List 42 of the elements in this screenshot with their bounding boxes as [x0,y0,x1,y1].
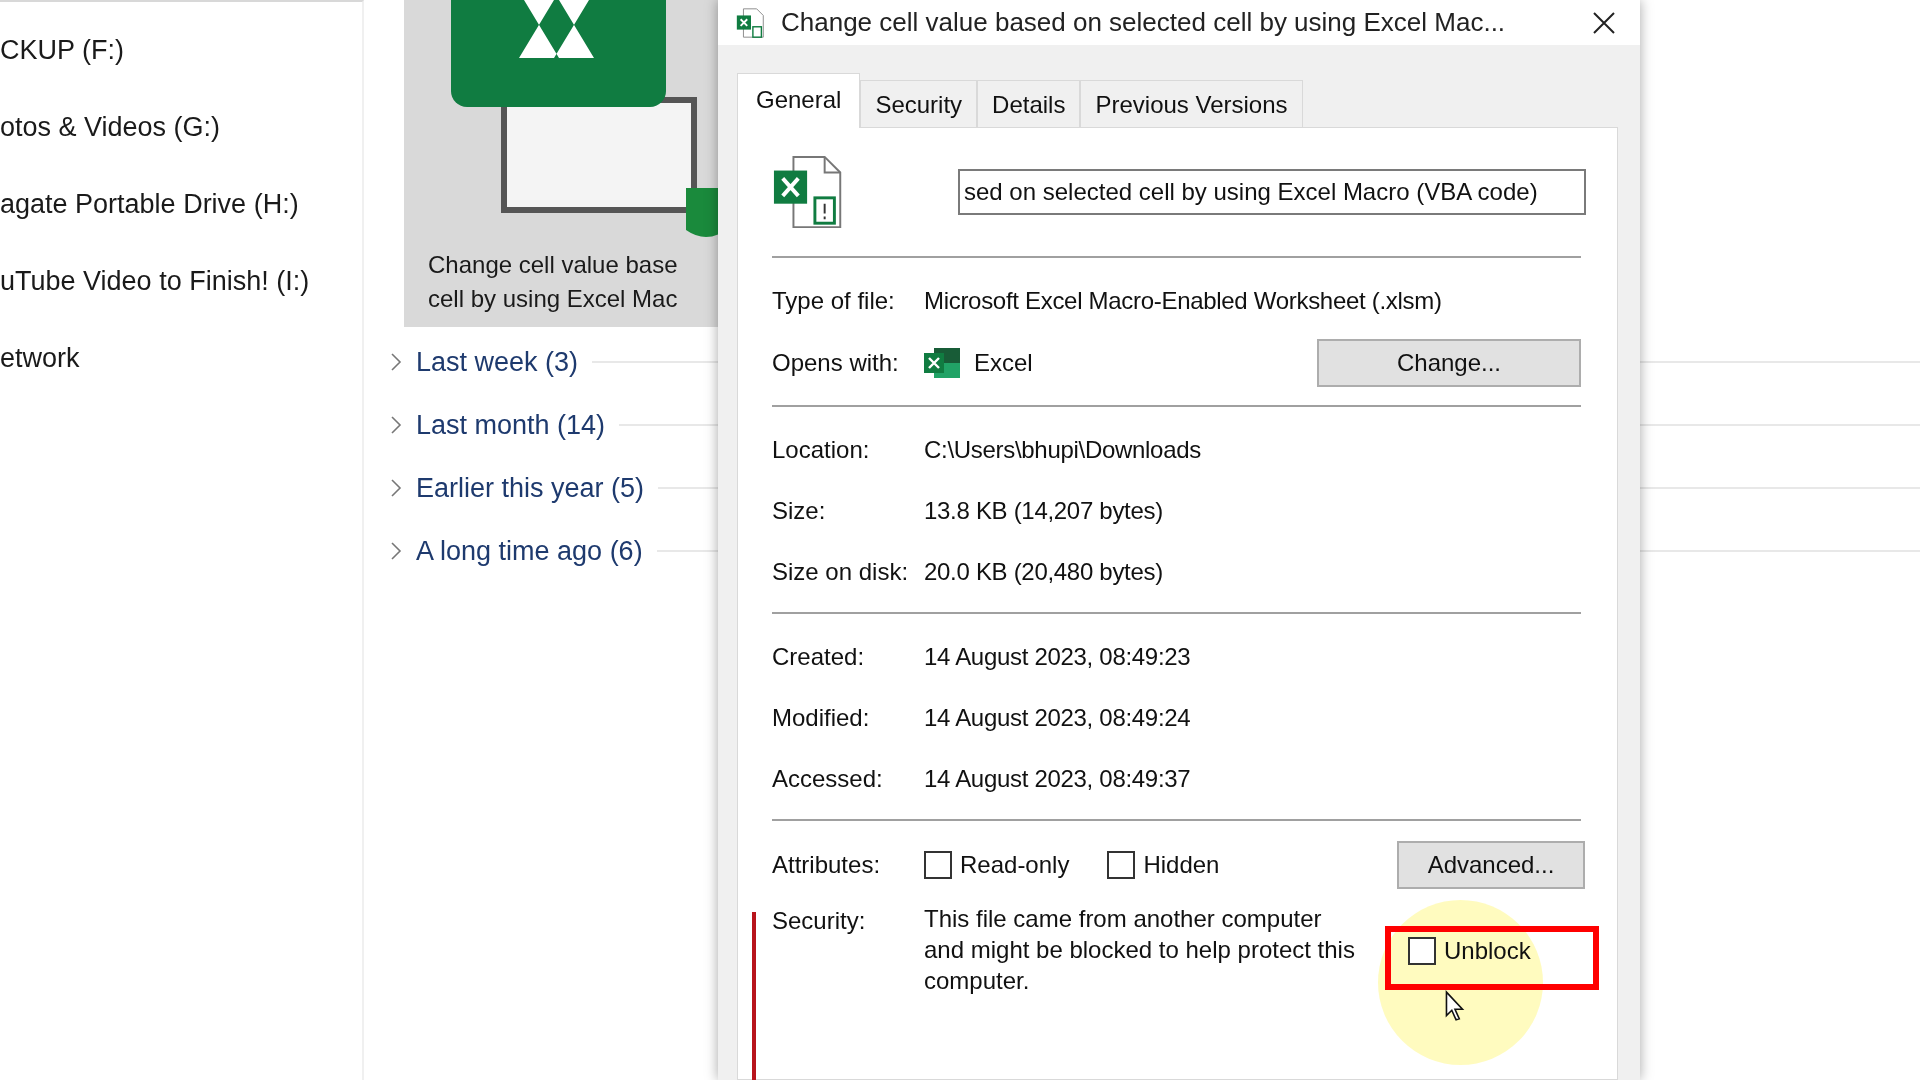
field-value: 14 August 2023, 08:49:37 [924,764,1191,793]
file-name-label: Change cell value base [428,250,678,280]
field-value: 13.8 KB (14,207 bytes) [924,496,1163,525]
field-value: C:\Users\bhupi\Downloads [924,435,1201,464]
tab[interactable]: Details [977,80,1081,127]
field-label: Type of file: [772,286,896,315]
field-value: 20.0 KB (20,480 bytes) [924,557,1163,586]
tab[interactable]: Previous Versions [1080,80,1303,127]
app-name: Excel [974,349,1033,377]
group-header[interactable]: Last month (14) [416,409,606,441]
nav-item[interactable]: otos & Videos (G:) [0,113,221,142]
group-header[interactable]: A long time ago (6) [416,535,643,567]
field-label: Location: [772,435,871,464]
window-title: Change cell value based on selected cell by using Excel Mac... [781,7,1507,38]
tab[interactable]: Security [860,80,978,127]
field-value: 14 August 2023, 08:49:23 [924,642,1191,671]
nav-item[interactable]: agate Portable Drive (H:) [0,190,299,219]
nav-item[interactable]: CKUP (F:) [0,36,124,65]
field-value: 14 August 2023, 08:49:24 [924,703,1191,732]
change-button[interactable]: Change... [1317,339,1581,387]
nav-item[interactable]: uTube Video to Finish! (I:) [0,267,310,296]
nav-item[interactable]: etwork [0,344,80,373]
field-label: Created: [772,642,866,671]
field-label: Opens with: [772,349,900,377]
field-label: Size on disk: [772,557,910,586]
checkbox-label[interactable]: Read-only [960,851,1070,879]
file-tile[interactable]: Change cell value base cell by using Excel Mac [404,0,718,327]
field-label: Size: [772,496,827,525]
tab[interactable]: General [737,73,861,128]
advanced-button[interactable]: Advanced... [1397,841,1585,889]
file-name-label: cell by using Excel Mac [428,284,678,314]
file-name-field[interactable]: sed on selected cell by using Excel Macro (VBA code) [958,169,1586,215]
field-label: Modified: [772,703,871,732]
checkbox-label[interactable]: Hidden [1143,851,1220,879]
field-label: Attributes: [772,851,882,879]
checkbox-label[interactable]: Unblock [1444,937,1531,965]
field-label: Security: [772,907,867,935]
field-label: Accessed: [772,764,884,793]
field-value: Microsoft Excel Macro-Enabled Worksheet (.xlsm) [924,286,1442,315]
security-message: This file came from another computer and might be blocked to help protect this computer. [924,904,1356,996]
group-header[interactable]: Earlier this year (5) [416,472,645,504]
group-header[interactable]: Last week (3) [416,346,579,378]
